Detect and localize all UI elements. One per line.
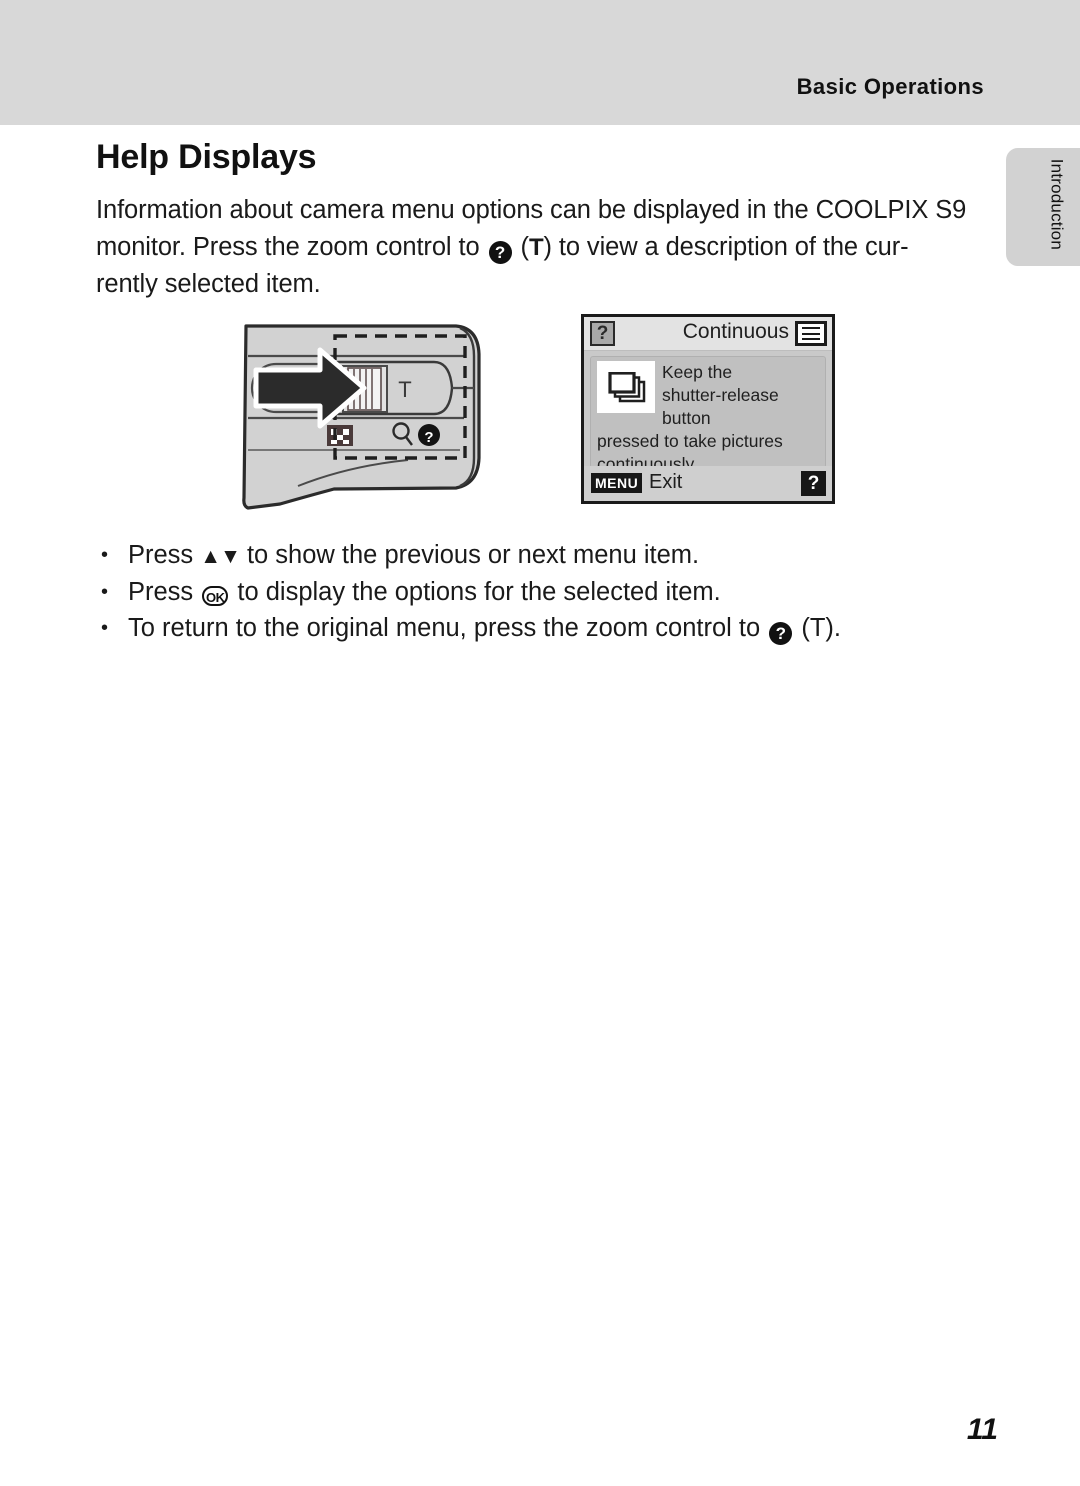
help-question-icon: ?	[418, 424, 440, 446]
continuous-burst-icon-tile	[597, 361, 655, 413]
intro-paragraph: Information about camera menu options ca…	[96, 192, 988, 303]
bullet-3-text-before: To return to the original menu, press th…	[128, 614, 761, 642]
up-down-arrows-glyph: ▲▼	[200, 545, 241, 568]
bullet-1-text-after: to show the previous or next menu item.	[246, 541, 700, 569]
shooting-menu-icon-inner	[798, 324, 824, 343]
bullet-2-text-before: Press	[128, 578, 194, 606]
intro-line-2-text-c: ) to view a description of the cur-	[543, 233, 909, 261]
intro-line-1-text: Information about camera menu options ca…	[96, 196, 967, 224]
bullet-2-text-after: to display the options for the selected …	[237, 578, 721, 606]
thumbnail-grid-icon	[327, 425, 353, 446]
lcd-menu-title: Continuous	[682, 320, 789, 343]
page-number: 11	[966, 1413, 998, 1446]
bullet-list: Press ▲▼ to show the previous or next me…	[96, 538, 976, 647]
chapter-tab-label: Introduction	[1047, 158, 1066, 250]
zoom-t-label: T	[398, 377, 411, 402]
lcd-monitor-mock: ? Continuous Keep the shutter-release bu…	[581, 314, 835, 504]
svg-text:?: ?	[424, 429, 433, 446]
intro-line-3: rently selected item.	[96, 266, 988, 303]
zoom-t-glyph: T	[528, 234, 544, 261]
section-title: Basic Operations	[796, 74, 984, 99]
ok-button-glyph: OK	[202, 586, 229, 606]
lcd-help-text-area: Keep the shutter-release button pressed …	[590, 356, 826, 474]
continuous-burst-icon	[608, 372, 646, 403]
lcd-body-line-3: pressed to take pictures	[597, 431, 783, 451]
help-question-glyph: ?	[769, 622, 793, 645]
lcd-bottom-bar: MENU Exit ?	[584, 466, 832, 501]
list-item: Press ▲▼ to show the previous or next me…	[96, 538, 976, 574]
intro-line-3-text: rently selected item.	[96, 270, 321, 298]
lcd-body-line-1: Keep the	[662, 362, 733, 382]
page-title: Help Displays	[96, 138, 317, 176]
bullet-1-text-before: Press	[128, 541, 194, 569]
list-item: Press OK to display the options for the …	[96, 575, 976, 610]
shooting-menu-icon	[795, 321, 827, 346]
intro-line-2-text-a: monitor. Press the zoom control to	[96, 233, 480, 261]
list-item: To return to the original menu, press th…	[96, 611, 976, 646]
lcd-corner-help-badge: ?	[801, 471, 826, 496]
intro-line-1: Information about camera menu options ca…	[96, 192, 988, 229]
figures-row: T ? ? Continuous Keep the shutter-releas…	[0, 300, 1080, 525]
help-question-icon: ?	[488, 241, 512, 264]
camera-illustration: T ?	[238, 308, 488, 518]
lcd-help-badge: ?	[590, 321, 615, 346]
camera-illustration-svg: T ?	[242, 324, 481, 510]
menu-button-badge: MENU	[591, 473, 643, 493]
page-header-band	[0, 0, 1080, 125]
intro-line-2: monitor. Press the zoom control to ? (T)…	[96, 229, 988, 266]
intro-line-2-paren-open: (	[520, 233, 530, 261]
exit-label: Exit	[649, 471, 683, 493]
bullet-3-text-after: (T).	[801, 614, 842, 642]
lcd-body-line-2: shutter-release button	[662, 385, 779, 428]
chapter-tab	[1006, 148, 1080, 266]
lcd-top-bar: ? Continuous	[584, 317, 832, 351]
